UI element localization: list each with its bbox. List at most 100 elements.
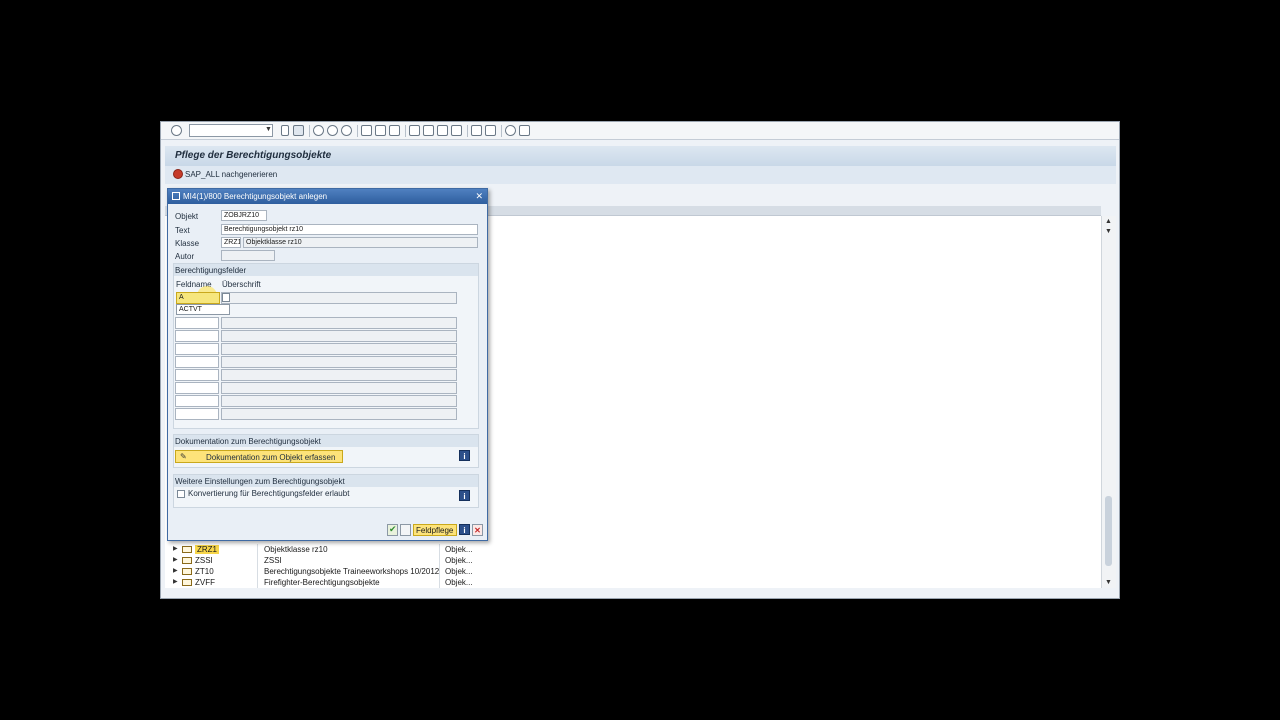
continue-button[interactable]: [387, 524, 398, 536]
cancel-button[interactable]: ✕: [472, 524, 483, 536]
klasse-label: Klasse: [175, 239, 200, 248]
find-icon[interactable]: [375, 125, 386, 136]
tree-row[interactable]: ▶ ZRZ1 Objektklasse rz10 Objek...: [173, 544, 493, 555]
field-heading-cell: [221, 395, 457, 407]
title-bar: Pflege der Berechtigungsobjekte: [165, 146, 1116, 166]
text-field[interactable]: Berechtigungsobjekt rz10: [221, 224, 478, 235]
field-name-cell[interactable]: [175, 356, 219, 368]
exit-icon[interactable]: [327, 125, 338, 136]
tree-row-type: Objek...: [445, 545, 473, 554]
field-heading-cell: [221, 330, 457, 342]
group-title: Berechtigungsfelder: [174, 264, 478, 276]
first-page-icon[interactable]: [409, 125, 420, 136]
field-heading-cell: [221, 382, 457, 394]
back-nav-icon[interactable]: [281, 125, 289, 136]
last-page-icon[interactable]: [451, 125, 462, 136]
field-row[interactable]: [175, 356, 459, 368]
field-heading-cell: [221, 369, 457, 381]
regenerate-icon[interactable]: [173, 169, 183, 179]
group-title: Dokumentation zum Berechtigungsobjekt: [174, 435, 478, 447]
field-row[interactable]: A ACTVT: [175, 286, 459, 315]
field-row[interactable]: [175, 317, 459, 329]
tree-row-name: ZT10: [195, 567, 214, 576]
create-documentation-button[interactable]: ✎ Dokumentation zum Objekt erfassen: [175, 450, 343, 463]
dialog-title: MI4(1)/800 Berechtigungsobjekt anlegen: [183, 192, 328, 201]
scroll-down-small-icon[interactable]: ▼: [1105, 228, 1112, 235]
chevron-down-icon[interactable]: ▼: [265, 126, 272, 133]
folder-icon: [182, 579, 192, 586]
find-next-icon[interactable]: [389, 125, 400, 136]
scroll-up-icon[interactable]: ▲: [1105, 218, 1112, 225]
info-icon[interactable]: i: [459, 524, 470, 535]
objekt-field[interactable]: ZOBJRZ10: [221, 210, 267, 221]
scroll-down-icon[interactable]: ▼: [1105, 579, 1112, 586]
layout-menu-icon[interactable]: [519, 125, 530, 136]
expand-icon[interactable]: ▶: [173, 545, 178, 552]
tree-row[interactable]: ▶ ZT10 Berechtigungsobjekte Traineeworks…: [173, 566, 493, 577]
help-icon[interactable]: [505, 125, 516, 136]
scroll-thumb[interactable]: [1105, 496, 1112, 566]
command-field[interactable]: [189, 124, 273, 137]
field-row[interactable]: [175, 382, 459, 394]
ueberschrift-column-header: Überschrift: [222, 280, 261, 289]
back-icon[interactable]: [313, 125, 324, 136]
save-icon[interactable]: [293, 125, 304, 136]
create-auth-object-dialog: MI4(1)/800 Berechtigungsobjekt anlegen ✕…: [167, 188, 488, 541]
tree-row[interactable]: ▶ ZVFF Firefighter-Berechtigungsobjekte …: [173, 577, 493, 588]
next-page-icon[interactable]: [437, 125, 448, 136]
further-settings-group: Weitere Einstellungen zum Berechtigungso…: [173, 474, 479, 508]
tree-row[interactable]: ▶ ZSSI ZSSI Objek...: [173, 555, 493, 566]
field-name-cell[interactable]: [175, 343, 219, 355]
create-documentation-label: Dokumentation zum Objekt erfassen: [206, 453, 336, 462]
cancel-icon[interactable]: [341, 125, 352, 136]
field-maintenance-button[interactable]: Feldpflege: [413, 524, 457, 536]
new-session-icon[interactable]: [471, 125, 482, 136]
auth-fields-group: Berechtigungsfelder Feldname Überschrift…: [173, 263, 479, 429]
sap-window: ▼ Pflege der Berechtigungsobjekte SAP_AL…: [160, 121, 1120, 599]
field-row[interactable]: [175, 395, 459, 407]
shortcut-icon[interactable]: [485, 125, 496, 136]
column-divider: [257, 544, 258, 588]
column-divider: [439, 544, 440, 588]
print-icon[interactable]: [361, 125, 372, 136]
expand-icon[interactable]: ▶: [173, 556, 178, 563]
close-icon[interactable]: ✕: [475, 191, 483, 202]
application-toolbar: SAP_ALL nachgenerieren: [165, 166, 1116, 184]
klasse-field[interactable]: ZRZ1: [221, 237, 241, 248]
field-name-cell[interactable]: [175, 369, 219, 381]
field-row[interactable]: [175, 343, 459, 355]
info-icon[interactable]: i: [459, 490, 470, 501]
pencil-icon: ✎: [180, 452, 187, 461]
field-name-cell[interactable]: [175, 395, 219, 407]
enter-icon[interactable]: [171, 125, 182, 136]
tree-row-desc: ZSSI: [264, 556, 282, 565]
group-title: Weitere Einstellungen zum Berechtigungso…: [174, 475, 478, 487]
window-icon: [172, 192, 180, 200]
field-name-cell[interactable]: [175, 317, 219, 329]
regenerate-sap-all-button[interactable]: SAP_ALL nachgenerieren: [185, 170, 277, 179]
objekt-label: Objekt: [175, 212, 199, 221]
klasse-description: Objektklasse rz10: [243, 237, 478, 248]
field-name-cell[interactable]: [175, 330, 219, 342]
field-name-cell[interactable]: [175, 408, 219, 420]
tree-row-desc: Berechtigungsobjekte Traineeworkshops 10…: [264, 567, 440, 576]
field-row[interactable]: [175, 330, 459, 342]
field-name-input[interactable]: A: [176, 292, 220, 304]
save-button[interactable]: [400, 524, 411, 536]
expand-icon[interactable]: ▶: [173, 567, 178, 574]
tree-row-type: Objek...: [445, 567, 473, 576]
previous-page-icon[interactable]: [423, 125, 434, 136]
info-icon[interactable]: i: [459, 450, 470, 461]
folder-icon: [182, 568, 192, 575]
vertical-scrollbar[interactable]: ▲ ▼ ▼: [1101, 216, 1116, 588]
conversion-allowed-checkbox[interactable]: [177, 490, 185, 498]
field-name-cell[interactable]: [175, 382, 219, 394]
dialog-button-bar: Feldpflege i ✕: [387, 524, 484, 537]
expand-icon[interactable]: ▶: [173, 578, 178, 585]
tree-row-type: Objek...: [445, 578, 473, 587]
autor-field: [221, 250, 275, 261]
field-row[interactable]: [175, 408, 459, 420]
field-row[interactable]: [175, 369, 459, 381]
autocomplete-suggestion[interactable]: ACTVT: [176, 304, 230, 315]
value-help-icon[interactable]: [222, 293, 230, 302]
